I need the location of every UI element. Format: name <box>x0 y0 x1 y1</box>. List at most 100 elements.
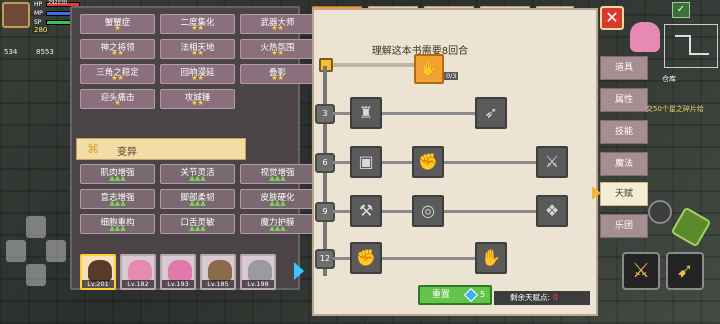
passive-skill-cell[interactable]: 叠影 ★★ <box>240 64 315 84</box>
talent-book-icon[interactable]: ✋ <box>414 54 444 84</box>
side-tab-0[interactable]: 道具 <box>600 56 648 80</box>
mutation-section-label: 变异 <box>117 147 137 158</box>
warehouse-label[interactable]: 仓库 <box>662 74 676 84</box>
mutation-cell[interactable]: 脚部柔韧 ▲▲▲ <box>160 189 235 209</box>
star-rating: ★★ <box>191 24 204 32</box>
close-button[interactable]: ✕ <box>600 6 624 30</box>
bow-icon[interactable]: ➹ <box>666 252 704 290</box>
talent-claw-icon[interactable]: ⚒ <box>350 195 382 227</box>
character-level: Lv.185 <box>202 280 234 288</box>
dpad-right[interactable] <box>46 240 66 262</box>
character-portrait[interactable]: Lv.182 <box>120 254 156 290</box>
character-level: Lv.198 <box>242 280 274 288</box>
character-portrait[interactable]: Lv.185 <box>200 254 236 290</box>
hp-label: HP <box>34 1 43 8</box>
player-level: 280 <box>32 26 50 34</box>
mutation-marks: ▲▲▲ <box>109 174 126 182</box>
talent-ring-icon[interactable]: ◎ <box>412 195 444 227</box>
mutation-section-header: ⌘ 变异 <box>76 138 246 160</box>
star-rating: ★★ <box>271 49 284 57</box>
character-face <box>208 260 232 282</box>
passive-skill-cell[interactable]: 回响漫延 ★★ <box>160 64 235 84</box>
passive-skill-cell[interactable]: 迎头痛击 ★ <box>80 89 155 109</box>
strip-number-1: 534 <box>4 48 18 56</box>
roster-next-arrow-icon[interactable] <box>294 262 304 280</box>
passive-skill-cell[interactable]: 法相天地 ★★ <box>160 39 235 59</box>
passive-skill-cell[interactable]: 三角之稳定 ★★ <box>80 64 155 84</box>
talent-muscle-icon[interactable]: ♜ <box>350 97 382 129</box>
star-rating: ★ <box>114 99 121 107</box>
sp-label: SP <box>34 19 42 26</box>
dpad-left[interactable] <box>6 240 26 262</box>
mutation-cell[interactable]: 关节灵活 ▲▲▲ <box>160 164 235 184</box>
character-portrait[interactable]: Lv.198 <box>240 254 276 290</box>
passive-skill-cell[interactable]: 攻城锤 ★★ <box>160 89 235 109</box>
minimap[interactable] <box>664 24 718 68</box>
mutation-cell[interactable]: 细胞重构 ▲▲▲ <box>80 214 155 234</box>
mutation-marks: ▲▲▲ <box>189 174 206 182</box>
mutation-cell[interactable]: 魔力护膜 ▲▲▲ <box>240 214 315 234</box>
skill-circle-button[interactable] <box>648 200 672 224</box>
passive-skill-cell[interactable]: 武器大师 ★★ <box>240 14 315 34</box>
star-rating: ★★ <box>111 49 124 57</box>
character-roster: Lv.198 Lv.185 Lv.193 Lv.182 Lv.201 <box>80 254 304 290</box>
mutation-cell[interactable]: 皮肤硬化 ▲▲▲ <box>240 189 315 209</box>
mutation-cell[interactable]: 口舌灵敏 ▲▲▲ <box>160 214 235 234</box>
side-tab-1[interactable]: 属性 <box>600 88 648 112</box>
mutation-cell[interactable]: 肌肉增强 ▲▲▲ <box>80 164 155 184</box>
star-rating: ★★ <box>271 24 284 32</box>
talent-shield-icon[interactable]: ▣ <box>350 146 382 178</box>
star-rating: ★★ <box>191 99 204 107</box>
player-avatar[interactable] <box>2 2 30 28</box>
side-tab-2[interactable]: 技能 <box>600 120 648 144</box>
reset-talent-button[interactable]: 重置 5 <box>418 285 492 305</box>
mutation-marks: ▲▲▲ <box>269 174 286 182</box>
character-portrait[interactable]: Lv.193 <box>160 254 196 290</box>
star-rating: ★★ <box>191 49 204 57</box>
dpad[interactable] <box>6 216 66 286</box>
talent-punch-icon[interactable]: ✊ <box>412 146 444 178</box>
mutation-cell[interactable]: 视觉增强 ▲▲▲ <box>240 164 315 184</box>
character-face <box>168 260 192 282</box>
talent-arrow-icon[interactable]: ➶ <box>475 97 507 129</box>
character-face <box>128 260 152 282</box>
tier-node: 12 <box>315 249 335 269</box>
check-icon[interactable]: ✓ <box>672 2 690 18</box>
side-tab-3[interactable]: 魔法 <box>600 152 648 176</box>
quest-text[interactable]: 交50个星之碎片给 <box>646 104 720 114</box>
character-level: Lv.182 <box>122 280 154 288</box>
npc-pink-character <box>630 22 660 52</box>
tier-node: 9 <box>315 202 335 222</box>
dpad-down[interactable] <box>26 264 46 286</box>
talent-blade-icon[interactable]: ⚔ <box>536 146 568 178</box>
book-count: 0/3 <box>444 72 459 80</box>
sword-icon[interactable]: ⚔ <box>622 252 660 290</box>
tier-node: 6 <box>315 153 335 173</box>
mutation-marks: ▲▲▲ <box>109 224 126 232</box>
mutation-icon: ⌘ <box>87 142 99 156</box>
talent-grip-icon[interactable]: ✋ <box>475 242 507 274</box>
talent-fist-icon[interactable]: ✊ <box>350 242 382 274</box>
passive-skill-cell[interactable]: 二度集化 ★★ <box>160 14 235 34</box>
side-tab-pointer-icon <box>592 186 601 200</box>
passive-skill-cell[interactable]: 神之将领 ★★ <box>80 39 155 59</box>
side-tab-4[interactable]: 天赋 <box>600 182 648 206</box>
player-hud: HP MP SP 292030 280 <box>0 0 80 34</box>
mp-label: MP <box>34 10 43 17</box>
mutation-marks: ▲▲▲ <box>269 224 286 232</box>
star-rating: ★★ <box>111 74 124 82</box>
talent-wing-icon[interactable]: ❖ <box>536 195 568 227</box>
mutation-marks: ▲▲▲ <box>189 199 206 207</box>
passive-skill-grid: 蟹蟹症 ★ 二度集化 ★★ 武器大师 ★★ 神之将领 ★★ 法相天地 ★★ 火热氛围 ★★ 三角之稳定 ★… <box>80 14 315 109</box>
hp-value: 292030 <box>48 0 68 6</box>
character-portrait[interactable]: Lv.201 <box>80 254 116 290</box>
remaining-label: 剩余天赋点: <box>510 293 551 302</box>
character-face <box>248 260 272 282</box>
remaining-points: 剩余天赋点: 0 <box>494 291 590 305</box>
mutation-cell[interactable]: 意志增强 ▲▲▲ <box>80 189 155 209</box>
side-tab-5[interactable]: 乐团 <box>600 214 648 238</box>
skill-panel: 蟹蟹症 ★ 二度集化 ★★ 武器大师 ★★ 神之将领 ★★ 法相天地 ★★ 火热氛围 ★★ 三角之稳定 ★… <box>70 6 315 290</box>
dpad-up[interactable] <box>26 216 46 238</box>
passive-skill-cell[interactable]: 蟹蟹症 ★ <box>80 14 155 34</box>
passive-skill-cell[interactable]: 火热氛围 ★★ <box>240 39 315 59</box>
